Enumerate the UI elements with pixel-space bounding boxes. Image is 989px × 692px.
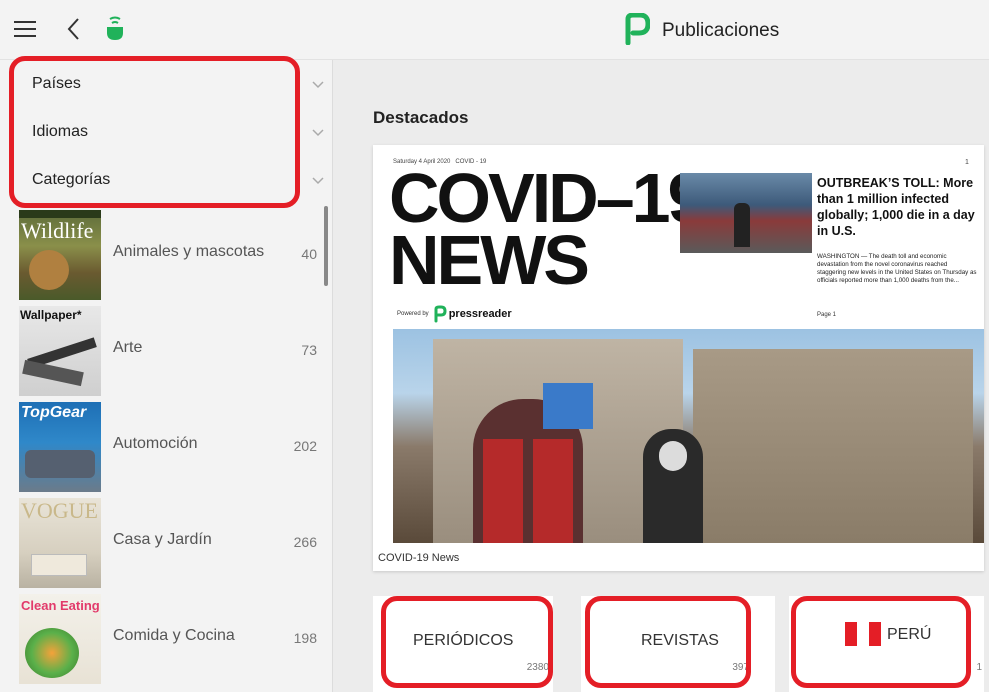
filter-categorias[interactable]: Categorías — [0, 156, 332, 204]
tile-label: REVISTAS — [641, 632, 719, 649]
story-body: WASHINGTON — The death toll and economic… — [817, 253, 977, 284]
sidebar-scrollbar[interactable] — [324, 206, 328, 286]
app-title: Publicaciones — [624, 12, 780, 50]
magazine-cover-thumbnail: Wildlife — [19, 210, 101, 300]
back-chevron-icon[interactable] — [62, 14, 84, 44]
category-row-arte[interactable]: Wallpaper* Arte 73 — [0, 304, 325, 399]
featured-caption: COVID-19 News — [378, 552, 460, 564]
chevron-down-icon — [312, 124, 324, 142]
featured-publication-card[interactable]: Saturday 4 April 2020 COVID - 19 1 COVID… — [373, 145, 984, 571]
category-count: 266 — [293, 534, 317, 550]
thumbnail-title: VOGUE — [21, 498, 98, 523]
cover-photo — [393, 329, 984, 543]
category-count: 198 — [293, 630, 317, 646]
pressreader-logo-icon — [624, 12, 651, 50]
magazine-cover-thumbnail: Clean Eating — [19, 594, 101, 684]
tile-count: 1 — [976, 662, 982, 673]
filter-paises[interactable]: Países — [0, 60, 332, 108]
category-count: 73 — [301, 342, 317, 358]
category-row-casa-jardin[interactable]: VOGUE Casa y Jardín 266 — [0, 496, 325, 591]
powered-by: Powered by pressreader — [397, 305, 512, 323]
tile-periodicos[interactable]: PERIÓDICOS 2380 — [373, 596, 553, 692]
story-headline: OUTBREAK’S TOLL: More than 1 million inf… — [817, 176, 975, 238]
page-corner-number: 1 — [965, 159, 969, 166]
category-name: Arte — [113, 339, 143, 356]
category-name: Comida y Cocina — [113, 627, 235, 644]
magazine-cover-thumbnail: TopGear — [19, 402, 101, 492]
page-reference: Page 1 — [817, 312, 837, 318]
category-count: 202 — [293, 438, 317, 454]
thumbnail-title: Wildlife — [21, 218, 94, 243]
category-count: 40 — [301, 246, 317, 262]
tile-label: PERIÓDICOS — [413, 632, 514, 649]
tile-peru[interactable]: PERÚ 1 — [789, 596, 984, 692]
category-name: Casa y Jardín — [113, 531, 212, 548]
filter-label: Categorías — [32, 171, 111, 188]
tile-revistas[interactable]: REVISTAS 397 — [581, 596, 775, 692]
sidebar: Países Idiomas Categorías Wildlife Anima… — [0, 60, 333, 692]
thumbnail-title: TopGear — [21, 404, 87, 421]
tile-label: PERÚ — [887, 626, 932, 643]
chevron-down-icon — [312, 172, 324, 190]
top-bar: Publicaciones — [0, 0, 989, 60]
filter-idiomas[interactable]: Idiomas — [0, 108, 332, 156]
tile-count: 397 — [732, 662, 749, 673]
filter-label: Idiomas — [32, 123, 89, 140]
category-row-automocion[interactable]: TopGear Automoción 202 — [0, 400, 325, 495]
filter-label: Países — [32, 75, 81, 92]
category-name: Automoción — [113, 435, 198, 452]
story-photo — [680, 173, 812, 253]
hamburger-menu-icon[interactable] — [12, 14, 38, 44]
category-row-animales[interactable]: Wildlife Animales y mascotas 40 — [0, 208, 325, 303]
pressreader-logo-icon — [434, 305, 447, 323]
tile-count: 2380 — [526, 662, 549, 673]
masthead-line-2: NEWS — [389, 221, 590, 299]
section-title: Destacados — [373, 108, 469, 127]
category-name: Animales y mascotas — [113, 243, 265, 260]
thumbnail-title: Clean Eating — [21, 598, 100, 613]
category-row-comida-cocina[interactable]: Clean Eating Comida y Cocina 198 — [0, 592, 325, 687]
peru-flag-icon — [845, 622, 881, 646]
masthead-line-1: COVID–19 — [389, 159, 706, 237]
green-cup-icon[interactable] — [102, 14, 128, 44]
page-title: Publicaciones — [662, 20, 780, 41]
thumbnail-title: Wallpaper* — [20, 308, 82, 322]
magazine-cover-thumbnail: VOGUE — [19, 498, 101, 588]
chevron-down-icon — [312, 76, 324, 94]
magazine-cover-thumbnail: Wallpaper* — [19, 306, 101, 396]
